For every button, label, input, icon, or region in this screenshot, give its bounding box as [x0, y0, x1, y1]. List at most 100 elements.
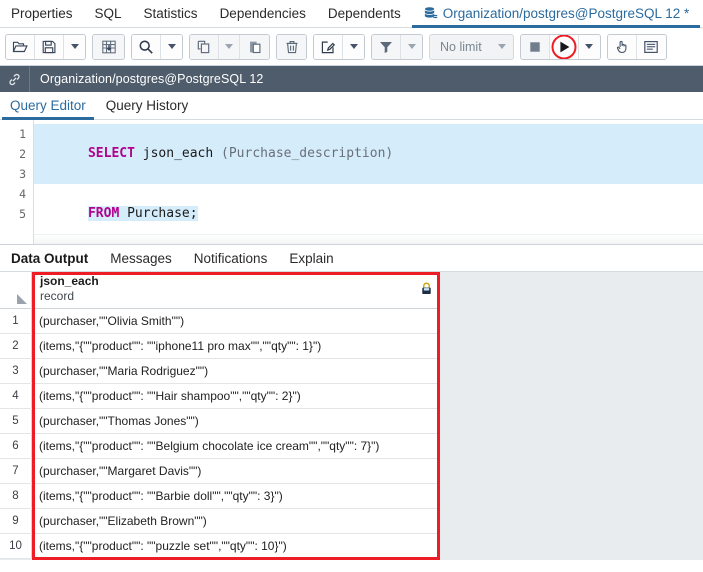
tab-dependencies[interactable]: Dependencies — [209, 0, 317, 27]
sql-editor[interactable]: 1 2 3 4 5 SELECT json_each (Purchase_des… — [0, 120, 703, 244]
row-value[interactable]: (purchaser,""Maria Rodriguez"") — [32, 359, 440, 383]
toolbar-group-grid — [92, 33, 125, 60]
table-row[interactable]: 5 (purchaser,""Thomas Jones"") — [0, 409, 440, 434]
toolbar-group-view — [606, 33, 667, 60]
execute-options-dropdown[interactable] — [578, 34, 600, 59]
row-value[interactable]: (purchaser,""Olivia Smith"") — [32, 309, 440, 333]
row-value[interactable]: (purchaser,""Margaret Davis"") — [32, 459, 440, 483]
chevron-down-icon — [167, 44, 176, 49]
edit-grid-button[interactable] — [93, 34, 124, 59]
toolbar-group-delete — [276, 33, 307, 60]
tab-messages-label: Messages — [110, 250, 172, 266]
save-options-dropdown[interactable] — [64, 34, 85, 59]
output-tab-strip: Data Output Messages Notifications Expla… — [0, 244, 703, 272]
tab-data-output[interactable]: Data Output — [0, 245, 99, 271]
row-number: 6 — [0, 434, 32, 458]
table-row[interactable]: 2 (items,"{""product"": ""iphone11 pro ma… — [0, 334, 440, 359]
lock-icon — [421, 282, 432, 300]
row-value[interactable]: (items,"{""product"": ""puzzle set"",""q… — [32, 534, 440, 558]
sql-function: json_each — [134, 146, 222, 161]
tab-statistics-label: Statistics — [143, 6, 198, 21]
row-value[interactable]: (items,"{""product"": ""Hair shampoo"","… — [32, 384, 440, 408]
tab-query-history[interactable]: Query History — [96, 92, 199, 119]
tab-data-output-label: Data Output — [11, 250, 89, 266]
connection-bar: Organization/postgres@PostgreSQL 12 — [0, 66, 703, 92]
copy-button[interactable] — [190, 34, 219, 59]
editor-resize-handle[interactable] — [34, 234, 703, 244]
tab-explain[interactable]: Explain — [278, 245, 344, 271]
data-output-grid-area: json_each record 1 (purchaser,""Olivia Sm… — [0, 272, 703, 560]
paste-button[interactable] — [240, 34, 269, 59]
toolbar-group-file — [5, 33, 86, 60]
chevron-down-icon — [70, 44, 79, 49]
table-row[interactable]: 1 (purchaser,""Olivia Smith"") — [0, 309, 440, 334]
result-grid: json_each record 1 (purchaser,""Olivia Sm… — [0, 272, 440, 559]
toolbar-group-filter — [371, 33, 423, 60]
line-number: 2 — [19, 147, 26, 161]
row-value[interactable]: (purchaser,""Thomas Jones"") — [32, 409, 440, 433]
row-limit-select[interactable]: No limit — [429, 33, 514, 60]
table-row[interactable]: 3 (purchaser,""Maria Rodriguez"") — [0, 359, 440, 384]
table-row[interactable]: 4 (items,"{""product"": ""Hair shampoo"",… — [0, 384, 440, 409]
row-value[interactable]: (purchaser,""Elizabeth Brown"") — [32, 509, 440, 533]
chevron-down-icon — [585, 44, 594, 49]
tab-query-history-label: Query History — [105, 98, 189, 113]
table-row[interactable]: 8 (items,"{""product"": ""Barbie doll"","… — [0, 484, 440, 509]
row-number: 3 — [0, 359, 32, 383]
chevron-down-icon — [497, 44, 506, 49]
hand-pointer-icon[interactable] — [607, 34, 637, 59]
tab-query-tool[interactable]: Organization/postgres@PostgreSQL 12 * — [411, 0, 701, 28]
row-number: 4 — [0, 384, 32, 408]
tab-statistics[interactable]: Statistics — [133, 0, 209, 27]
filter-button[interactable] — [372, 34, 401, 59]
delete-row-button[interactable] — [277, 34, 306, 59]
database-icon — [423, 6, 438, 21]
tab-messages[interactable]: Messages — [99, 245, 183, 271]
table-row[interactable]: 7 (purchaser,""Margaret Davis"") — [0, 459, 440, 484]
tab-query-editor[interactable]: Query Editor — [0, 92, 96, 120]
sql-args: (Purchase_description) — [221, 146, 394, 161]
row-value[interactable]: (items,"{""product"": ""iphone11 pro max… — [32, 334, 440, 358]
line-number: 4 — [19, 187, 26, 201]
table-row[interactable]: 10 (items,"{""product"": ""puzzle set"","… — [0, 534, 440, 559]
row-limit-value: No limit — [440, 39, 482, 54]
line-number: 1 — [19, 127, 26, 141]
query-tool-panel-button[interactable] — [636, 34, 666, 59]
sql-table: Purchase; — [119, 206, 198, 221]
select-all-corner[interactable] — [0, 272, 32, 308]
tab-sql[interactable]: SQL — [84, 0, 133, 27]
row-number: 7 — [0, 459, 32, 483]
table-row[interactable]: 9 (purchaser,""Elizabeth Brown"") — [0, 509, 440, 534]
row-number: 8 — [0, 484, 32, 508]
line-number-gutter: 1 2 3 4 5 — [0, 120, 34, 244]
column-header-json-each[interactable]: json_each record — [32, 272, 440, 308]
link-chain-icon — [0, 66, 30, 92]
execute-query-button[interactable] — [549, 34, 579, 59]
save-file-button[interactable] — [35, 34, 64, 59]
sql-keyword: SELECT — [87, 146, 135, 161]
find-button[interactable] — [132, 34, 161, 59]
row-number: 1 — [0, 309, 32, 333]
filter-options-dropdown[interactable] — [401, 34, 422, 59]
edit-button[interactable] — [314, 34, 343, 59]
line-number: 3 — [19, 167, 26, 181]
open-file-button[interactable] — [6, 34, 35, 59]
copy-options-dropdown[interactable] — [219, 34, 240, 59]
tab-notifications-label: Notifications — [193, 250, 268, 266]
tab-query-editor-label: Query Editor — [10, 98, 86, 113]
table-row[interactable]: 6 (items,"{""product"": ""Belgium chocola… — [0, 434, 440, 459]
sql-code-area[interactable]: SELECT json_each (Purchase_description) … — [34, 120, 703, 244]
column-name: json_each — [40, 274, 99, 288]
edit-options-dropdown[interactable] — [343, 34, 364, 59]
stop-query-button[interactable] — [520, 34, 550, 59]
row-value[interactable]: (items,"{""product"": ""Barbie doll"",""… — [32, 484, 440, 508]
tab-dependents[interactable]: Dependents — [317, 0, 412, 27]
toolbar-group-execute — [519, 33, 601, 60]
tab-properties[interactable]: Properties — [0, 0, 84, 27]
row-value[interactable]: (items,"{""product"": ""Belgium chocolat… — [32, 434, 440, 458]
tab-notifications[interactable]: Notifications — [183, 245, 279, 271]
find-options-dropdown[interactable] — [161, 34, 182, 59]
toolbar-group-clipboard — [189, 33, 270, 60]
tab-dependents-label: Dependents — [327, 6, 401, 21]
connection-title: Organization/postgres@PostgreSQL 12 — [40, 72, 264, 86]
